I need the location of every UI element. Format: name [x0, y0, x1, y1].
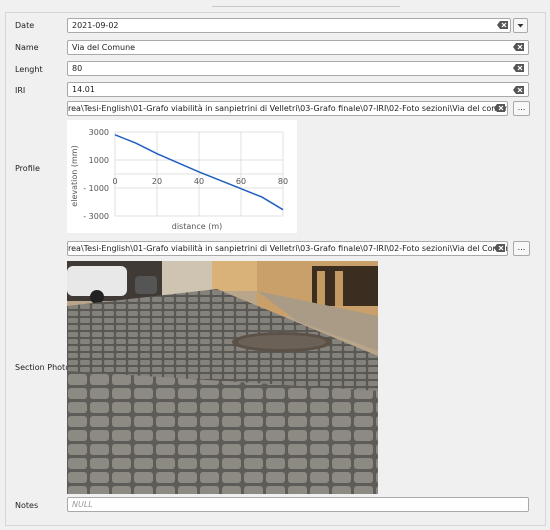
chart-xtick-label: 80 [278, 177, 288, 186]
section-photo-label: Section Photo [15, 363, 71, 372]
clear-icon[interactable] [494, 244, 505, 252]
street-photo [67, 261, 378, 494]
chart-ytick-label: - 3000 [83, 212, 109, 221]
clear-icon[interactable] [513, 86, 524, 94]
profile-path-value: rea\Tesi-English\01-Grafo viabilità in s… [68, 104, 508, 113]
chart-ylabel: elevation (mm) [70, 145, 79, 206]
photo-path-value: rea\Tesi-English\01-Grafo viabilità in s… [68, 244, 508, 253]
clear-icon[interactable] [513, 64, 524, 72]
name-field[interactable]: Via del Comune [67, 40, 529, 55]
date-label: Date [15, 21, 35, 30]
notes-label: Notes [15, 501, 39, 510]
name-label: Name [15, 43, 39, 52]
profile-path-field[interactable]: rea\Tesi-English\01-Grafo viabilità in s… [67, 101, 508, 116]
iri-field[interactable]: 14.01 [67, 82, 529, 97]
chart-xtick-label: 0 [112, 177, 117, 186]
chart-xtick-label: 20 [152, 177, 162, 186]
section-photo-image [67, 261, 378, 494]
length-field[interactable]: 80 [67, 61, 529, 76]
iri-label: IRI [15, 86, 26, 95]
chart-xtick-label: 40 [194, 177, 204, 186]
profile-label: Profile [15, 164, 40, 173]
date-field[interactable]: 2021-09-02 [67, 18, 511, 33]
clear-icon[interactable] [513, 43, 524, 51]
profile-chart: 3000 1000 - 1000 - 3000 0 20 40 60 80 elevation… [67, 120, 297, 233]
iri-value: 14.01 [72, 85, 95, 94]
length-value: 80 [72, 64, 83, 73]
profile-chart-svg: 3000 1000 - 1000 - 3000 0 20 40 60 80 elevation… [70, 128, 288, 231]
notes-field[interactable]: NULL [67, 497, 529, 512]
chart-ytick-label: 3000 [89, 128, 109, 137]
chart-xlabel: distance (m) [172, 222, 222, 231]
clear-icon[interactable] [494, 104, 505, 112]
date-value: 2021-09-02 [72, 21, 119, 30]
chart-ytick-label: - 1000 [83, 184, 109, 193]
photo-path-field[interactable]: rea\Tesi-English\01-Grafo viabilità in s… [67, 241, 508, 256]
notes-placeholder: NULL [72, 500, 93, 509]
top-divider [212, 6, 400, 7]
profile-browse-button[interactable]: ... [513, 101, 530, 116]
chevron-down-icon [517, 24, 524, 28]
clear-icon[interactable] [497, 21, 508, 29]
name-value: Via del Comune [72, 43, 136, 52]
chart-xtick-label: 60 [236, 177, 246, 186]
length-label: Lenght [15, 65, 43, 74]
chart-ytick-label: 1000 [89, 156, 109, 165]
photo-browse-button[interactable]: ... [513, 241, 530, 256]
date-dropdown-button[interactable] [513, 18, 528, 33]
